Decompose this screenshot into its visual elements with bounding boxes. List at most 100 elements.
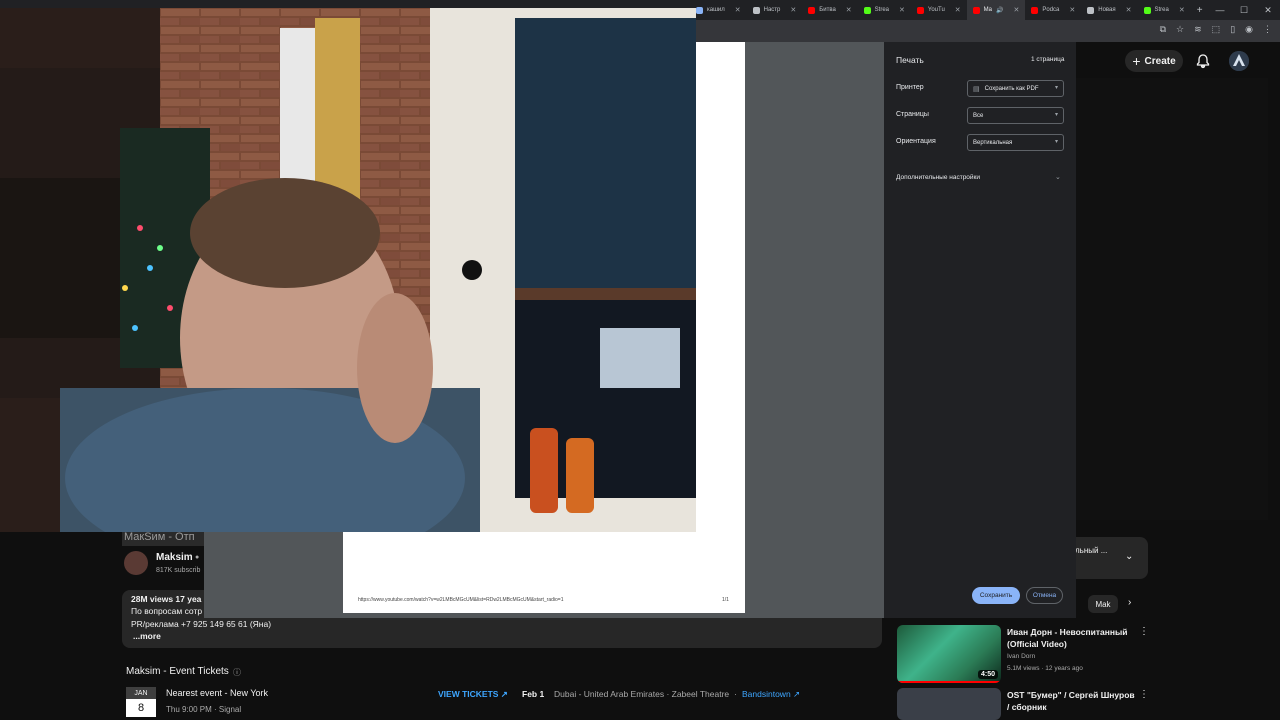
event-tickets-title: Maksim - Event Tickets	[126, 666, 229, 677]
print-settings-panel	[884, 42, 1076, 618]
tab-favicon-icon	[752, 6, 760, 14]
browser-menu-icon[interactable]: ⋮	[1263, 24, 1272, 35]
window-controls: — ☐ ✕	[1208, 0, 1280, 20]
chevron-right-icon[interactable]: ›	[1128, 597, 1131, 608]
create-label: Create	[1144, 55, 1176, 67]
tab-close-icon[interactable]: ✕	[899, 6, 905, 14]
recommendation-title[interactable]: OST "Бумер" / Сергей Шнуров / сборник	[1007, 689, 1137, 713]
pages-select[interactable]: Все ▾	[967, 107, 1064, 124]
more-settings-toggle[interactable]: Дополнительные настройки	[896, 174, 980, 181]
printer-value: Сохранить как PDF	[984, 85, 1039, 92]
chapter-label: льный ...	[1075, 546, 1108, 555]
create-button[interactable]: + Create	[1125, 50, 1183, 72]
tab-close-icon[interactable]: ✕	[790, 6, 796, 14]
minimize-icon[interactable]: —	[1208, 0, 1232, 20]
new-tab-button[interactable]: +	[1191, 5, 1209, 16]
notifications-bell-icon[interactable]	[1195, 53, 1211, 69]
pages-label: Страницы	[896, 111, 929, 118]
tab-label: YouTu	[927, 7, 945, 13]
tab-close-icon[interactable]: ✕	[1179, 6, 1185, 14]
browser-tab[interactable]: Strea ✕	[858, 0, 911, 20]
tab-close-icon[interactable]: ✕	[1069, 6, 1075, 14]
pages-value: Все	[973, 112, 984, 119]
description-stats: 28M views 17 yea	[131, 594, 202, 604]
plus-icon: +	[1132, 53, 1141, 69]
toolbar-icons: ⧉ ☆ ≋ ⬚ ▯ ◉ ⋮	[1160, 24, 1272, 35]
event-location: Dubai - United Arab Emirates · Zabeel Th…	[554, 689, 730, 699]
browser-tab[interactable]: YouTu ✕	[911, 0, 967, 20]
tab-favicon-icon	[808, 6, 816, 14]
avatar-logo-icon	[1229, 51, 1249, 71]
cast-icon[interactable]: ≋	[1194, 24, 1202, 35]
cancel-button[interactable]: Отмена	[1026, 587, 1063, 604]
printer-select[interactable]: ▤ Сохранить как PDF ▾	[967, 80, 1064, 97]
description-more-link[interactable]: ...more	[133, 631, 161, 641]
browser-tab-active[interactable]: Ma 🔊 ✕	[966, 0, 1026, 20]
player-side-area	[1076, 78, 1268, 520]
recommendation-title[interactable]: Иван Дорн - Невоспитанный (Official Vide…	[1007, 626, 1137, 650]
bookmark-star-icon[interactable]: ☆	[1176, 24, 1184, 35]
event-month: JAN	[126, 687, 156, 699]
event-date-badge: JAN 8	[126, 687, 156, 717]
dropdown-arrow-icon: ▾	[1054, 139, 1058, 145]
print-title: Печать	[896, 55, 924, 65]
channel-avatar[interactable]	[124, 551, 148, 575]
dropdown-arrow-icon: ▾	[1054, 85, 1058, 91]
chapter-selector[interactable]	[1066, 537, 1148, 579]
orientation-select[interactable]: Вертикальная ▾	[967, 134, 1064, 151]
tab-favicon-icon	[1087, 6, 1095, 14]
dropdown-arrow-icon: ▾	[1054, 112, 1058, 118]
webcam-overlay	[0, 8, 696, 532]
subscriber-count: 817K subscrib	[156, 567, 201, 574]
tab-label: Настр	[763, 7, 781, 13]
browser-tab[interactable]: Новая ✕	[1081, 0, 1137, 20]
tab-favicon-icon	[1143, 6, 1151, 14]
open-in-app-icon[interactable]: ⧉	[1160, 24, 1166, 35]
bandsintown-link[interactable]: Bandsintown ↗	[742, 689, 800, 700]
split-view-icon[interactable]: ▯	[1230, 24, 1235, 35]
maximize-icon[interactable]: ☐	[1232, 0, 1256, 20]
browser-tab[interactable]: Битва ✕	[802, 0, 857, 20]
tab-favicon-icon	[696, 6, 703, 14]
tab-label: кашил	[707, 7, 725, 13]
profile-icon[interactable]: ◉	[1245, 24, 1253, 35]
event-date: Feb 1	[522, 689, 545, 699]
extensions-icon[interactable]: ⬚	[1212, 24, 1221, 35]
tab-favicon-icon	[972, 6, 980, 14]
filter-chip[interactable]: Mak	[1088, 595, 1118, 613]
tab-close-icon[interactable]: ✕	[1013, 6, 1019, 14]
speaker-icon: 🔊	[996, 7, 1004, 14]
orientation-value: Вертикальная	[973, 139, 1013, 146]
more-actions-icon[interactable]: ⋮	[1139, 626, 1149, 637]
tab-close-icon[interactable]: ✕	[735, 6, 741, 14]
chevron-down-icon[interactable]: ⌄	[1055, 173, 1061, 181]
tab-favicon-icon	[863, 6, 871, 14]
save-button[interactable]: Сохранить	[972, 587, 1020, 604]
recommendation-meta: 5.1M views · 12 years ago	[1007, 665, 1083, 672]
tab-favicon-icon	[1031, 6, 1039, 14]
recommendation-channel[interactable]: Ivan Dorn	[1007, 653, 1035, 660]
browser-tab[interactable]: Strea ✕	[1138, 0, 1191, 20]
tab-label: Strea	[1154, 7, 1169, 13]
recommendation-thumbnail[interactable]	[897, 688, 1001, 720]
recommendation-thumbnail[interactable]: 4:50	[897, 625, 1001, 683]
tab-label: Strea	[874, 7, 889, 13]
screen: кашил ✕ Настр ✕ Битва ✕ Strea ✕ YouTu ✕ Ma 🔊 ✕ …	[0, 0, 1280, 720]
description-line: По вопросам сотр	[131, 606, 203, 616]
tab-close-icon[interactable]: ✕	[1126, 6, 1132, 14]
tab-label: Новая	[1098, 7, 1116, 13]
tab-close-icon[interactable]: ✕	[846, 6, 852, 14]
account-avatar[interactable]	[1229, 51, 1249, 71]
separator-dot: ·	[734, 689, 737, 699]
watched-progress-bar	[897, 681, 1001, 683]
view-tickets-link[interactable]: VIEW TICKETS ↗	[438, 689, 508, 700]
info-icon[interactable]: ⓘ	[233, 667, 241, 678]
browser-tab[interactable]: кашил ✕	[690, 0, 747, 20]
browser-tab[interactable]: Настр ✕	[747, 0, 803, 20]
more-actions-icon[interactable]: ⋮	[1139, 689, 1149, 700]
channel-name[interactable]: Maksim	[156, 552, 193, 563]
duration-badge: 4:50	[977, 670, 998, 679]
browser-tab[interactable]: Podca ✕	[1025, 0, 1081, 20]
close-window-icon[interactable]: ✕	[1256, 0, 1280, 20]
tab-close-icon[interactable]: ✕	[955, 6, 961, 14]
